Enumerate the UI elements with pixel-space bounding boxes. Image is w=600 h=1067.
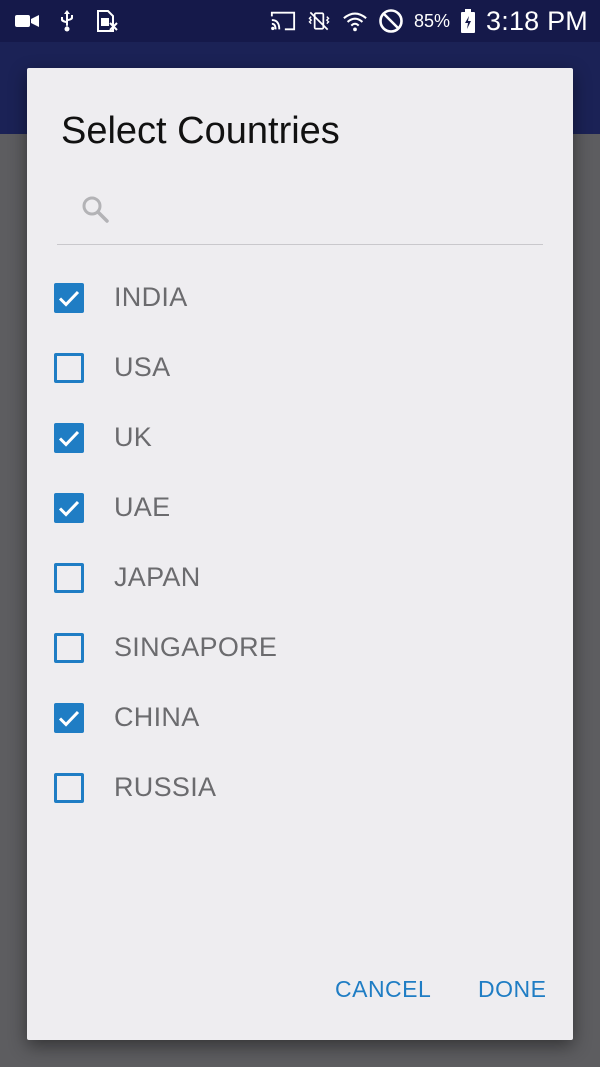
item-label: INDIA — [114, 282, 188, 312]
checkbox-uae[interactable] — [54, 493, 84, 523]
item-label: SINGAPORE — [114, 632, 278, 662]
item-label: UAE — [114, 492, 171, 522]
dialog-title: Select Countries — [61, 110, 340, 152]
country-list: INDIA USA UK UAE JAPAN SINGAPORE CHINA R… — [27, 263, 573, 823]
do-not-disturb-icon — [378, 8, 404, 34]
list-item-japan[interactable]: JAPAN — [27, 543, 573, 613]
checkbox-uk[interactable] — [54, 423, 84, 453]
battery-percentage: 85% — [414, 10, 451, 31]
checkbox-india[interactable] — [54, 283, 84, 313]
list-item-uk[interactable]: UK — [27, 403, 573, 473]
checkbox-usa[interactable] — [54, 353, 84, 383]
cast-icon — [270, 8, 296, 34]
list-item-russia[interactable]: RUSSIA — [27, 753, 573, 823]
checkbox-russia[interactable] — [54, 773, 84, 803]
cancel-button[interactable]: CANCEL — [335, 976, 431, 1003]
list-item-china[interactable]: CHINA — [27, 683, 573, 753]
search-input[interactable] — [127, 190, 531, 232]
clock: 3:18 PM — [486, 5, 588, 36]
search-icon — [80, 194, 112, 226]
list-item-uae[interactable]: UAE — [27, 473, 573, 543]
check-icon — [58, 290, 80, 307]
video-camera-icon — [14, 8, 40, 34]
select-countries-dialog: Select Countries INDIA USA UK UAE JAPAN — [27, 68, 573, 1040]
list-item-india[interactable]: INDIA — [27, 263, 573, 333]
item-label: USA — [114, 352, 171, 382]
check-icon — [58, 430, 80, 447]
battery-icon — [460, 8, 476, 34]
item-label: UK — [114, 422, 153, 452]
search-bar[interactable] — [57, 178, 543, 245]
check-icon — [58, 500, 80, 517]
check-icon — [58, 710, 80, 727]
checkbox-japan[interactable] — [54, 563, 84, 593]
status-bar: 85% 3:18 PM — [0, 0, 600, 42]
vibrate-mute-icon — [306, 8, 332, 34]
done-button[interactable]: DONE — [478, 976, 546, 1003]
item-label: JAPAN — [114, 562, 201, 592]
item-label: RUSSIA — [114, 772, 217, 802]
sim-card-icon — [94, 8, 120, 34]
list-item-usa[interactable]: USA — [27, 333, 573, 403]
list-item-singapore[interactable]: SINGAPORE — [27, 613, 573, 683]
usb-icon — [54, 8, 80, 34]
wifi-icon — [342, 8, 368, 34]
item-label: CHINA — [114, 702, 200, 732]
checkbox-singapore[interactable] — [54, 633, 84, 663]
checkbox-china[interactable] — [54, 703, 84, 733]
